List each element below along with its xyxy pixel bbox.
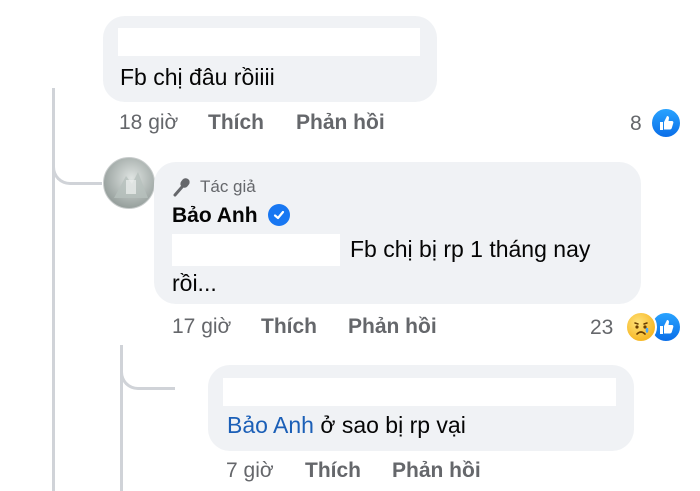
microphone-icon xyxy=(172,176,194,203)
thread-line xyxy=(52,88,55,491)
reply-body: ở sao bị rp vại xyxy=(313,412,466,438)
reply-link[interactable]: Phản hồi xyxy=(392,459,481,483)
redacted-name xyxy=(118,28,420,56)
comment-text-line2: rồi... xyxy=(172,270,217,296)
reply-link[interactable]: Phản hồi xyxy=(348,315,437,339)
verified-badge-icon xyxy=(268,204,290,226)
reaction-count[interactable]: 8 xyxy=(630,112,642,136)
comment-time[interactable]: 18 giờ xyxy=(119,111,178,135)
mention-link[interactable]: Bảo Anh xyxy=(227,412,314,438)
thread-connector xyxy=(52,150,102,185)
reply-text: Bảo Anh ở sao bị rp vại xyxy=(227,410,466,440)
redacted-name xyxy=(223,378,616,406)
like-icon[interactable] xyxy=(650,107,682,139)
comment-time[interactable]: 7 giờ xyxy=(226,459,274,483)
redacted-mention xyxy=(172,234,340,266)
sad-icon[interactable] xyxy=(625,311,657,343)
author-name[interactable]: Bảo Anh xyxy=(172,204,258,228)
author-badge: Tác giả xyxy=(200,177,256,196)
comment-text-line1: Fb chị bị rp 1 tháng nay xyxy=(350,236,591,262)
reply-thread-connector xyxy=(120,360,175,390)
like-link[interactable]: Thích xyxy=(208,111,264,135)
reaction-count[interactable]: 23 xyxy=(590,316,613,340)
comment-text: Fb chị đâu rồiiii xyxy=(120,64,275,90)
comment-time[interactable]: 17 giờ xyxy=(172,315,231,339)
comment-bubble-author[interactable]: Tác giả Bảo Anh Fb chị bị rp 1 tháng nay… xyxy=(154,162,641,304)
avatar[interactable] xyxy=(103,157,155,209)
like-link[interactable]: Thích xyxy=(305,459,361,483)
like-link[interactable]: Thích xyxy=(261,315,317,339)
reply-bubble[interactable]: Bảo Anh ở sao bị rp vại xyxy=(208,365,634,451)
comment-bubble[interactable]: Fb chị đâu rồiiii xyxy=(103,16,437,102)
reply-link[interactable]: Phản hồi xyxy=(296,111,385,135)
